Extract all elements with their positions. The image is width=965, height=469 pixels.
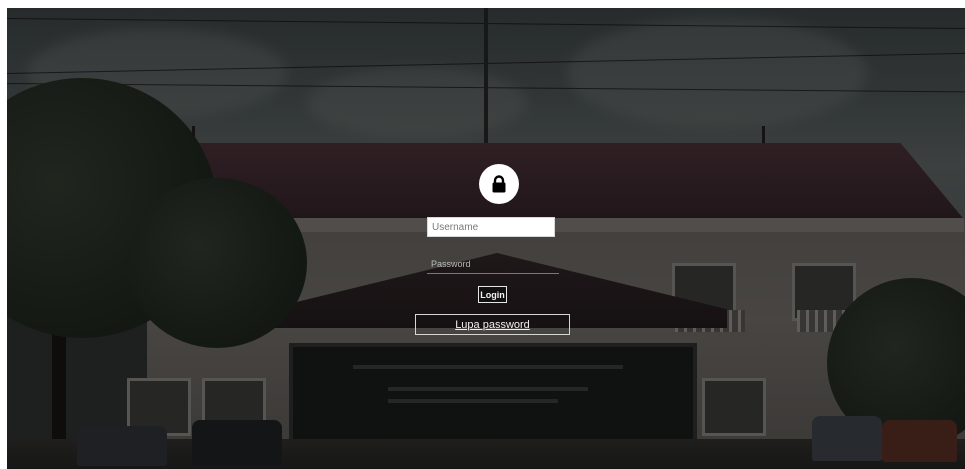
username-input[interactable] [427,217,555,237]
login-page: Login Lupa password [7,8,965,469]
forgot-password-link[interactable]: Lupa password [415,314,570,335]
lock-badge [479,164,519,204]
password-input[interactable] [427,254,559,274]
login-button[interactable]: Login [478,286,507,303]
lock-icon [492,175,506,193]
dark-overlay [7,8,965,469]
